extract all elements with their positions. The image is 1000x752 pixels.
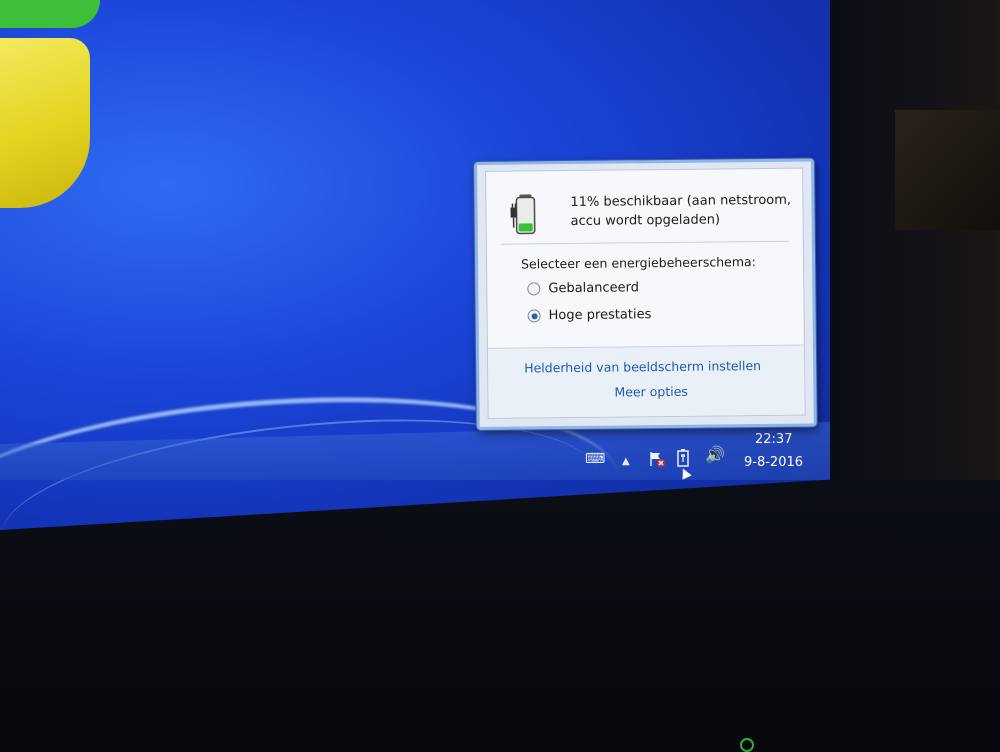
brightness-settings-link[interactable]: Helderheid van beeldscherm instellen bbox=[524, 358, 761, 375]
battery-flyout: 11% beschikbaar (aan netstroom, accu wor… bbox=[474, 158, 817, 430]
plan-option-high-performance[interactable]: Hoge prestaties bbox=[527, 307, 652, 324]
logo-green-pane bbox=[0, 0, 100, 28]
radio-balanced[interactable] bbox=[527, 282, 541, 296]
plan-option-balanced[interactable]: Gebalanceerd bbox=[527, 280, 639, 296]
clock-date[interactable]: 9-8-2016 bbox=[744, 455, 803, 470]
divider bbox=[500, 240, 789, 245]
flyout-panel: 11% beschikbaar (aan netstroom, accu wor… bbox=[485, 167, 806, 419]
battery-status-line2: accu wordt opgeladen) bbox=[570, 212, 721, 229]
plan-option-label: Gebalanceerd bbox=[548, 280, 640, 297]
plan-option-label: Hoge prestaties bbox=[548, 307, 652, 324]
power-button-icon bbox=[740, 738, 754, 752]
battery-status-line1: 11% beschikbaar (aan netstroom, bbox=[570, 192, 792, 210]
battery-charging-icon bbox=[510, 194, 536, 235]
action-center-flag-icon[interactable] bbox=[648, 450, 666, 471]
radio-high-performance[interactable] bbox=[527, 309, 541, 323]
flyout-footer: Helderheid van beeldscherm instellen Mee… bbox=[487, 344, 805, 418]
volume-icon[interactable]: 🔊 bbox=[705, 447, 725, 463]
power-plan-prompt: Selecteer een energiebeheerschema: bbox=[520, 254, 756, 272]
battery-status-text: 11% beschikbaar (aan netstroom, accu wor… bbox=[570, 190, 810, 231]
windows-logo bbox=[0, 0, 100, 220]
clock-time[interactable]: 22:37 bbox=[755, 432, 792, 447]
more-options-link[interactable]: Meer opties bbox=[614, 384, 688, 400]
show-hidden-icons-chevron[interactable]: ▲ bbox=[622, 455, 630, 469]
keyboard-icon[interactable]: ⌨ bbox=[585, 452, 605, 466]
logo-yellow-pane bbox=[0, 38, 90, 208]
monitor-bezel-corner bbox=[895, 110, 1000, 230]
